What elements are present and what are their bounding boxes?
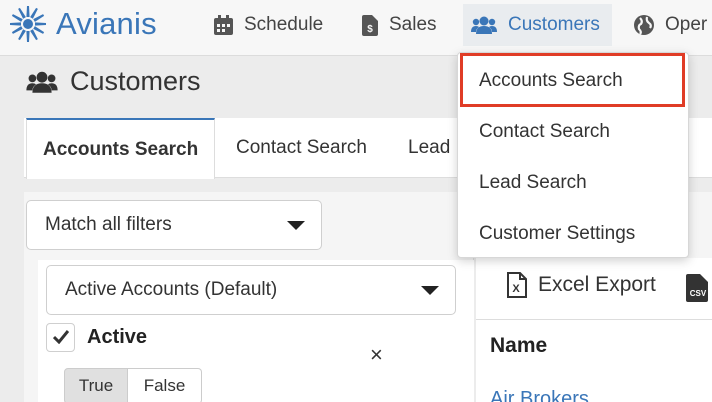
- preset-filter-select[interactable]: Active Accounts (Default): [46, 265, 456, 315]
- preset-filter-value: Active Accounts (Default): [65, 279, 278, 300]
- customers-dropdown-menu: Accounts Search Contact Search Lead Sear…: [457, 52, 689, 258]
- nav-label-customers: Customers: [508, 14, 600, 35]
- menu-item-customer-settings[interactable]: Customer Settings: [479, 219, 635, 249]
- brand-name: Avianis: [56, 6, 157, 41]
- nav-label-operations: Oper: [665, 14, 708, 35]
- excel-export-label: Excel Export: [538, 273, 656, 296]
- chevron-down-icon: [421, 286, 439, 295]
- brand-logo[interactable]: Avianis: [8, 4, 157, 44]
- top-nav: Avianis Schedule $ Sales Customers Oper: [0, 0, 712, 56]
- page-title-text: Customers: [70, 66, 201, 96]
- menu-item-accounts-search[interactable]: Accounts Search: [479, 66, 623, 96]
- invoice-dollar-icon: $: [362, 14, 378, 36]
- excel-export-button[interactable]: X Excel Export: [506, 272, 656, 298]
- csv-export-button[interactable]: CSV: [686, 274, 712, 307]
- tab-accounts-search[interactable]: Accounts Search: [26, 118, 216, 179]
- nav-item-customers[interactable]: Customers: [463, 4, 612, 46]
- match-filters-value: Match all filters: [45, 214, 172, 235]
- chevron-down-icon: [287, 221, 305, 230]
- match-filters-select[interactable]: Match all filters: [26, 200, 322, 250]
- toggle-false-button[interactable]: False: [128, 368, 202, 402]
- page-title: Customers: [26, 66, 201, 97]
- app-root: Avianis Schedule $ Sales Customers Oper …: [0, 0, 712, 402]
- menu-item-lead-search[interactable]: Lead Search: [479, 168, 587, 198]
- column-header-name[interactable]: Name: [490, 334, 547, 358]
- excel-file-icon: X: [507, 272, 527, 298]
- csv-file-icon: CSV: [686, 274, 708, 302]
- nav-label-schedule: Schedule: [244, 14, 324, 35]
- true-false-toggle: True False: [64, 368, 202, 402]
- results-toolbar: X Excel Export CSV: [476, 258, 712, 320]
- tab-contact-search[interactable]: Contact Search: [236, 118, 367, 178]
- nav-item-schedule[interactable]: Schedule: [214, 6, 323, 44]
- active-checkbox[interactable]: [46, 322, 75, 352]
- svg-text:CSV: CSV: [690, 289, 707, 298]
- sunburst-logo-icon: [10, 6, 46, 42]
- active-filter-row: Active: [46, 322, 147, 352]
- svg-text:X: X: [512, 283, 520, 295]
- remove-filter-close-icon[interactable]: ×: [370, 342, 383, 368]
- users-icon: [471, 16, 497, 34]
- active-filter-label: Active: [87, 325, 148, 348]
- nav-item-sales[interactable]: $ Sales: [362, 6, 437, 44]
- calendar-icon: [214, 15, 233, 35]
- users-icon: [26, 71, 58, 93]
- nav-item-operations[interactable]: Oper: [634, 6, 707, 44]
- table-row-link[interactable]: Air Brokers: [490, 388, 589, 402]
- nav-label-sales: Sales: [389, 14, 437, 35]
- tab-lead-search[interactable]: Lead: [408, 118, 450, 178]
- toggle-true-button[interactable]: True: [64, 368, 128, 402]
- checkmark-icon: [52, 330, 69, 344]
- menu-item-contact-search[interactable]: Contact Search: [479, 117, 610, 147]
- globe-icon: [634, 15, 654, 35]
- filter-list: Active Accounts (Default) Active × True …: [38, 260, 474, 402]
- svg-text:$: $: [367, 24, 373, 35]
- filter-panel: Match all filters Active Accounts (Defau…: [24, 192, 474, 402]
